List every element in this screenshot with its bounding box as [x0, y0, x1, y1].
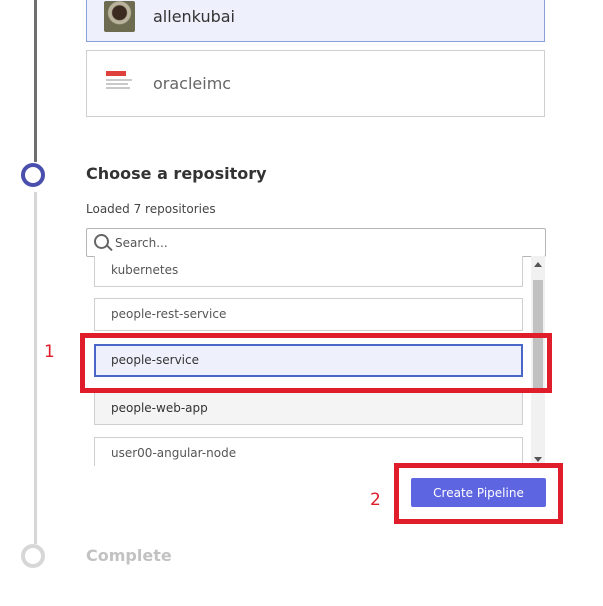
complete-step-title: Complete [86, 546, 172, 565]
org-avatar-icon [104, 1, 135, 32]
repo-item-user00-angular-node[interactable]: user00-angular-node [94, 437, 523, 466]
repo-search-input[interactable] [115, 233, 515, 252]
annotation-number-2: 2 [370, 490, 381, 510]
org-name-label: allenkubai [153, 7, 235, 26]
org-name-label: oracleimc [153, 74, 232, 93]
repo-item-people-web-app[interactable]: people-web-app [94, 392, 523, 425]
oracle-logo-icon [106, 71, 136, 97]
repo-item-people-rest-service[interactable]: people-rest-service [94, 298, 523, 331]
step-rail-completed [34, 0, 37, 162]
scroll-down-arrow-icon[interactable] [534, 457, 542, 462]
repo-count-status: Loaded 7 repositories [86, 202, 216, 216]
annotation-box-1 [80, 333, 552, 393]
step-indicator-complete [21, 544, 45, 568]
step-rail-pending [34, 192, 37, 544]
annotation-number-1: 1 [44, 342, 55, 362]
scroll-up-arrow-icon[interactable] [534, 262, 542, 267]
annotation-box-2 [394, 463, 563, 524]
step-indicator-active [21, 163, 45, 187]
org-option-allenkubai[interactable]: allenkubai [86, 0, 545, 42]
repo-item-kubernetes[interactable]: kubernetes [94, 256, 523, 287]
choose-repository-title: Choose a repository [86, 164, 267, 183]
repo-search-box[interactable] [86, 228, 546, 257]
search-icon [94, 234, 109, 249]
org-option-oracleimc[interactable]: oracleimc [86, 50, 545, 117]
